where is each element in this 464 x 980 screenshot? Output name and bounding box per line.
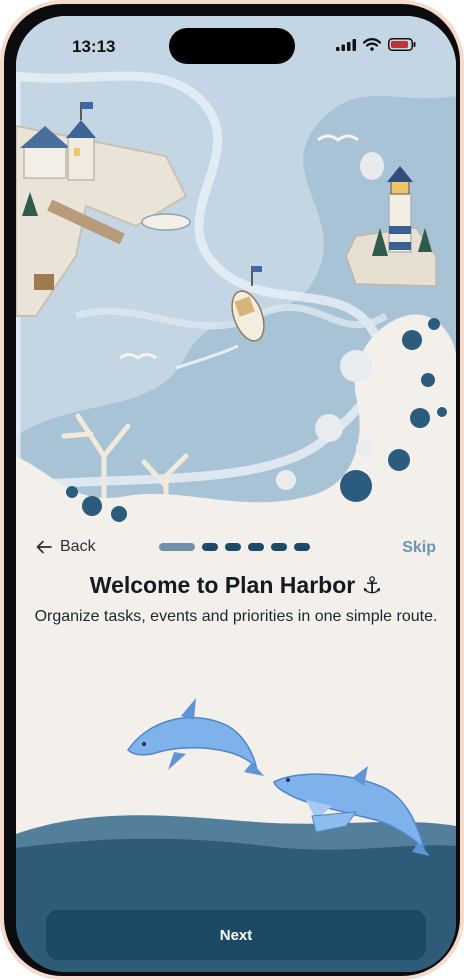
back-button[interactable]: Back bbox=[36, 538, 96, 556]
phone-frame: 13:13 Back Skip Welcome to Plan Harbor ⚓… bbox=[0, 0, 464, 980]
step-dot-active bbox=[159, 543, 195, 551]
step-dot bbox=[202, 543, 218, 551]
step-indicator bbox=[159, 543, 310, 551]
page-subtitle: Organize tasks, events and priorities in… bbox=[34, 608, 438, 625]
dolphin-left bbox=[127, 698, 264, 776]
status-bar: 13:13 bbox=[16, 16, 456, 76]
page-title: Welcome to Plan Harbor ⚓ bbox=[89, 572, 383, 598]
step-dot bbox=[271, 543, 287, 551]
step-dot bbox=[248, 543, 264, 551]
screen: 13:13 Back Skip Welcome to Plan Harbor ⚓… bbox=[16, 16, 456, 972]
cellular-signal-icon bbox=[336, 38, 356, 51]
dynamic-island bbox=[169, 28, 295, 64]
skip-button[interactable]: Skip bbox=[402, 539, 436, 557]
step-dot bbox=[294, 543, 310, 551]
step-dot bbox=[225, 543, 241, 551]
status-icons bbox=[336, 38, 416, 51]
arrow-left-icon bbox=[36, 540, 52, 554]
battery-icon bbox=[388, 38, 416, 51]
wifi-icon bbox=[363, 38, 381, 51]
phone-bezel: 13:13 Back Skip Welcome to Plan Harbor ⚓… bbox=[4, 4, 460, 976]
onboarding-nav: Back Skip bbox=[16, 536, 456, 576]
back-label: Back bbox=[60, 538, 96, 555]
status-time: 13:13 bbox=[72, 37, 116, 56]
next-button[interactable]: Next bbox=[46, 910, 426, 960]
harbor-illustration bbox=[16, 16, 456, 536]
